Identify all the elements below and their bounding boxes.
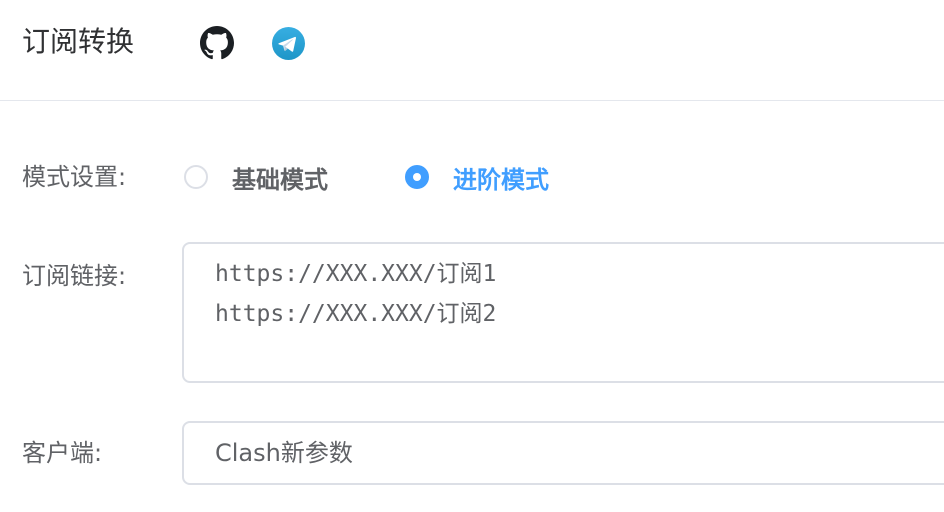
subscription-line: https://XXX.XXX/订阅2 <box>215 301 497 327</box>
radio-advanced-label[interactable]: 进阶模式 <box>453 160 549 195</box>
radio-basic-label[interactable]: 基础模式 <box>232 160 328 195</box>
radio-basic-indicator[interactable] <box>184 165 208 189</box>
client-select-value: Clash新参数 <box>215 439 353 467</box>
client-select[interactable]: Clash新参数 <box>182 421 944 485</box>
client-label: 客户端: <box>22 439 103 467</box>
radio-advanced-indicator[interactable] <box>405 165 429 189</box>
subscription-textarea[interactable]: https://XXX.XXX/订阅1 https://XXX.XXX/订阅2 <box>182 242 944 383</box>
github-icon[interactable] <box>200 26 234 60</box>
radio-advanced-mode[interactable]: 进阶模式 <box>405 160 549 194</box>
telegram-icon[interactable] <box>272 27 305 60</box>
subscription-label: 订阅链接: <box>22 262 127 290</box>
mode-label: 模式设置: <box>22 163 127 191</box>
app-header: 订阅转换 <box>0 0 944 101</box>
app-title: 订阅转换 <box>22 25 135 58</box>
radio-basic-mode[interactable]: 基础模式 <box>184 160 328 194</box>
subscription-line: https://XXX.XXX/订阅1 <box>215 261 497 287</box>
